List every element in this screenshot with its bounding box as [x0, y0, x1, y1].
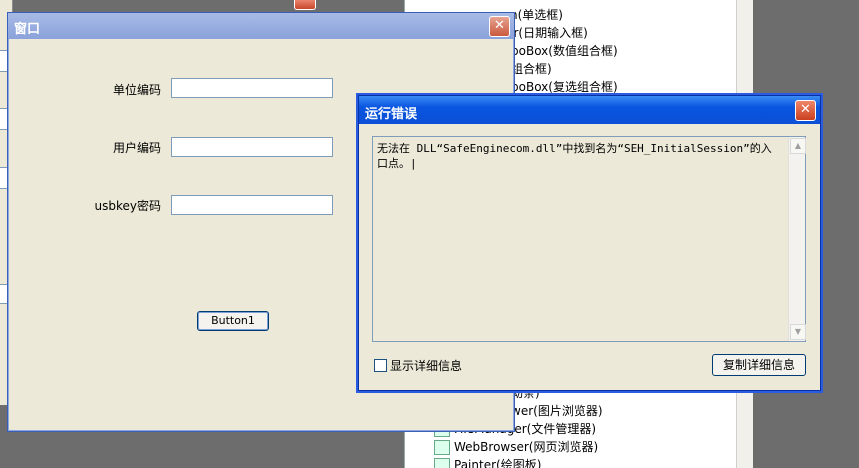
unit-code-input[interactable] [171, 78, 333, 98]
field-label-user-code: 用户编码 [112, 141, 161, 155]
globe-icon [434, 440, 450, 455]
toolbox-item[interactable]: n(单选框) [510, 6, 563, 24]
runtime-error-dialog: 运行错误 ✕ 无法在 DLL“SafeEnginecom.dll”中找到名为“S… [358, 95, 821, 391]
toolbox-item[interactable]: WebBrowser(网页浏览器) [434, 438, 598, 456]
field-label-unit-code: 单位编码 [112, 83, 161, 97]
error-message-box[interactable]: 无法在 DLL“SafeEnginecom.dll”中找到名为“SEH_Init… [372, 136, 806, 342]
paint-icon [434, 458, 450, 468]
bg-window-close-button[interactable] [294, 0, 316, 10]
form-title: 窗口 [14, 22, 41, 37]
show-details-label: 显示详细信息 [390, 359, 463, 373]
form-titlebar[interactable]: 窗口 ✕ [8, 13, 514, 39]
copy-details-button[interactable]: 复制详细信息 [712, 354, 806, 376]
user-code-input[interactable] [171, 137, 333, 157]
scroll-up-icon[interactable]: ▲ [790, 138, 806, 154]
dialog-titlebar[interactable]: 运行错误 ✕ [359, 96, 820, 124]
show-details-checkbox[interactable] [374, 359, 387, 372]
toolbox-item[interactable]: 组合框) [511, 60, 552, 78]
form-close-button[interactable]: ✕ [489, 16, 510, 37]
scroll-down-icon[interactable]: ▼ [790, 324, 806, 340]
dialog-title: 运行错误 [365, 107, 418, 122]
toolbox-item[interactable]: Painter(绘图板) [434, 456, 541, 468]
message-scrollbar[interactable]: ▲ ▼ [788, 137, 806, 341]
toolbox-item[interactable]: boBox(数值组合框) [511, 42, 618, 60]
dialog-close-button[interactable]: ✕ [795, 100, 816, 121]
toolbox-item[interactable]: boBox(复选组合框) [511, 78, 618, 96]
button1[interactable]: Button1 [197, 311, 269, 331]
field-label-usbkey-password: usbkey密码 [94, 199, 161, 213]
usbkey-password-input[interactable] [171, 195, 333, 215]
toolbox-item[interactable]: wer(图片浏览器) [511, 402, 603, 420]
error-message-text: 无法在 DLL“SafeEnginecom.dll”中找到名为“SEH_Init… [377, 142, 772, 170]
